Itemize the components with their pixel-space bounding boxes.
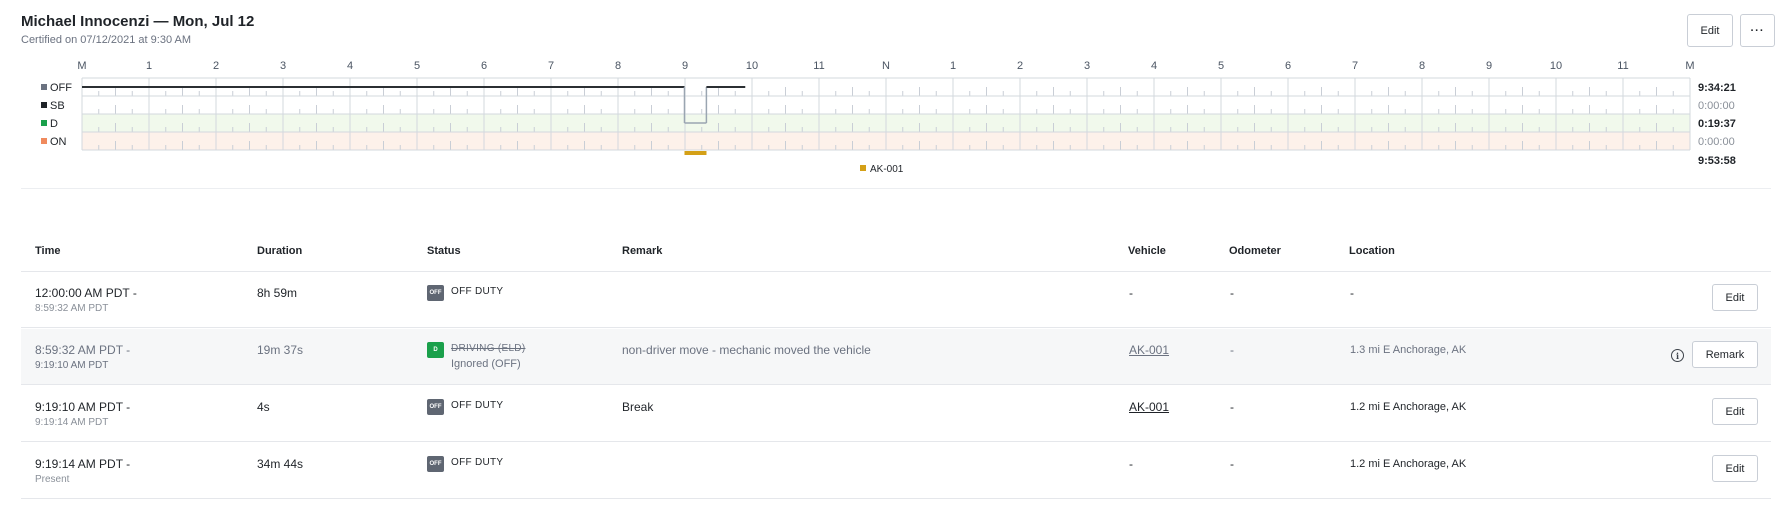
remark-row-button[interactable]: Remark [1692, 341, 1758, 368]
status-row-total: 9:34:21 [1698, 82, 1736, 94]
odometer: - [1230, 343, 1234, 357]
status-color-swatch [41, 84, 47, 90]
hour-tick-label: M [1685, 60, 1694, 72]
hour-tick-label: 6 [481, 60, 487, 72]
duration: 8h 59m [257, 286, 298, 300]
status-label: DRIVING (ELD) [451, 343, 526, 354]
hour-tick-label: 4 [347, 60, 353, 72]
status-label: OFF DUTY [451, 400, 504, 411]
status-row-label-sb: SB [50, 100, 65, 112]
time-start: 9:19:14 AM PDT - [35, 457, 131, 471]
hour-tick-label: 5 [414, 60, 420, 72]
hour-tick-label: 2 [213, 60, 219, 72]
hos-log-page: Michael Innocenzi — Mon, Jul 12 Certifie… [0, 0, 1783, 515]
col-header-vehicle: Vehicle [1128, 245, 1166, 257]
table-row: 9:19:10 AM PDT - 9:19:14 AM PDT 4s OFF O… [21, 386, 1771, 442]
status-row-total: 0:00:00 [1698, 136, 1735, 148]
status-row-total: 0:19:37 [1698, 118, 1736, 130]
table-row: 12:00:00 AM PDT - 8:59:32 AM PDT 8h 59m … [21, 272, 1771, 328]
hour-tick-label: N [882, 60, 890, 72]
col-header-status: Status [427, 245, 461, 257]
time-end: 8:59:32 AM PDT [35, 303, 109, 314]
vehicle-link[interactable]: AK-001 [1129, 400, 1169, 414]
odometer: - [1230, 400, 1234, 414]
vehicle: - [1129, 286, 1133, 300]
time-start: 12:00:00 AM PDT - [35, 286, 137, 300]
legend-label: AK-001 [870, 164, 904, 175]
grand-total: 9:53:58 [1698, 155, 1736, 167]
hour-tick-label: M [77, 60, 86, 72]
remark: Break [622, 400, 654, 414]
off-duty-badge-icon: OFF [427, 399, 444, 415]
col-header-odometer: Odometer [1229, 245, 1281, 257]
more-options-button[interactable]: ··· [1740, 14, 1775, 47]
info-icon[interactable]: i [1671, 349, 1684, 362]
status-row-label-d: D [50, 118, 58, 130]
certified-subtitle: Certified on 07/12/2021 at 9:30 AM [21, 34, 192, 46]
hour-tick-label: 11 [813, 60, 824, 72]
hour-tick-label: 8 [1419, 60, 1425, 72]
location: - [1350, 286, 1354, 300]
vehicle-usage-bar [684, 151, 707, 155]
col-header-location: Location [1349, 245, 1395, 257]
edit-log-button[interactable]: Edit [1687, 14, 1733, 47]
hour-tick-label: 3 [1084, 60, 1090, 72]
time-end: 9:19:14 AM PDT [35, 417, 109, 428]
hour-tick-label: 5 [1218, 60, 1224, 72]
off-duty-badge-icon: OFF [427, 456, 444, 472]
off-duty-badge-icon: OFF [427, 285, 444, 301]
edit-row-button[interactable]: Edit [1712, 284, 1758, 311]
remark: non-driver move - mechanic moved the veh… [622, 343, 871, 357]
duration: 19m 37s [257, 343, 304, 357]
status-color-swatch [41, 120, 47, 126]
odometer: - [1230, 286, 1234, 300]
location: 1.3 mi E Anchorage, AK [1350, 344, 1467, 356]
odometer: - [1230, 457, 1234, 471]
chart-divider [21, 188, 1771, 189]
hour-tick-label: 1 [146, 60, 152, 72]
table-row: 8:59:32 AM PDT - 9:19:10 AM PDT 19m 37s … [21, 329, 1771, 385]
hour-tick-label: 9 [682, 60, 688, 72]
duration: 34m 44s [257, 457, 304, 471]
status-row-label-on: ON [50, 136, 67, 148]
hour-tick-label: 9 [1486, 60, 1492, 72]
location: 1.2 mi E Anchorage, AK [1350, 401, 1467, 413]
vehicle-link[interactable]: AK-001 [1129, 343, 1169, 357]
status-label: OFF DUTY [451, 457, 504, 468]
hour-tick-label: 8 [615, 60, 621, 72]
hour-tick-label: 11 [1617, 60, 1628, 72]
edit-row-button[interactable]: Edit [1712, 398, 1758, 425]
driving-badge-icon: D [427, 342, 444, 358]
hour-tick-label: 6 [1285, 60, 1291, 72]
col-header-time: Time [35, 245, 61, 257]
status-label: OFF DUTY [451, 286, 504, 297]
col-header-duration: Duration [257, 245, 303, 257]
time-start: 8:59:32 AM PDT - [35, 343, 131, 357]
location: 1.2 mi E Anchorage, AK [1350, 458, 1467, 470]
hour-tick-label: 1 [950, 60, 956, 72]
time-end: Present [35, 474, 70, 485]
hour-tick-label: 3 [280, 60, 286, 72]
duration: 4s [257, 400, 270, 414]
time-start: 9:19:10 AM PDT - [35, 400, 131, 414]
status-color-swatch [41, 138, 47, 144]
vehicle: - [1129, 457, 1133, 471]
hour-tick-label: 4 [1151, 60, 1157, 72]
time-end: 9:19:10 AM PDT [35, 360, 109, 371]
hour-tick-label: 7 [1352, 60, 1358, 72]
col-header-remark: Remark [622, 245, 663, 257]
status-row-label-off: OFF [50, 82, 72, 94]
duty-status-chart: M 1 2 3 4 5 6 7 8 9 10 11 N 1 2 3 4 5 6 7 8 9 10 11 M OFF 9:34:21 S… [41, 60, 1736, 175]
hour-tick-label: 7 [548, 60, 554, 72]
status-color-swatch [41, 102, 47, 108]
hour-tick-label: 10 [746, 60, 758, 72]
legend-swatch [860, 165, 866, 171]
hour-tick-label: 2 [1017, 60, 1023, 72]
hour-tick-label: 10 [1550, 60, 1562, 72]
status-sub-label: Ignored (OFF) [451, 358, 521, 370]
page-title: Michael Innocenzi — Mon, Jul 12 [21, 13, 255, 30]
table-row: 9:19:14 AM PDT - Present 34m 44s OFF OFF… [21, 443, 1771, 499]
status-row-total: 0:00:00 [1698, 100, 1735, 112]
edit-row-button[interactable]: Edit [1712, 455, 1758, 482]
